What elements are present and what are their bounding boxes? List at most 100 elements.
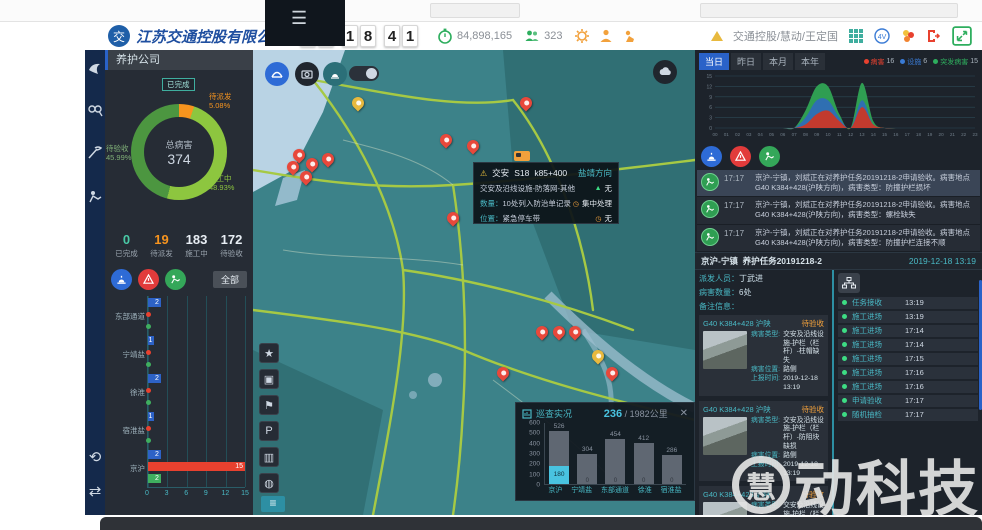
zero-dot (146, 400, 151, 405)
4v-badge-icon[interactable]: 4V (874, 28, 890, 44)
message-row[interactable]: 17:17京沪-宁镇，刘斌正在对养护任务20191218-2申请验收。病害地点G… (697, 225, 980, 252)
chart-layer-tool[interactable]: ▥ (259, 447, 279, 467)
favorite-star-tool[interactable]: ★ (259, 343, 279, 363)
svg-text:17: 17 (905, 132, 911, 137)
x-category-label: 徐淮 (638, 485, 652, 495)
event-filter-button[interactable] (138, 269, 159, 290)
image-layer-tool[interactable]: ▣ (259, 369, 279, 389)
stat-item: 172待验收 (214, 232, 249, 266)
bar-column[interactable]: 4540 (605, 439, 625, 484)
tab-昨日[interactable]: 昨日 (731, 53, 761, 70)
bar[interactable]: 15 (148, 462, 245, 471)
flag-marker-tool[interactable]: ⚑ (259, 395, 279, 415)
bar[interactable]: 1 (148, 336, 154, 345)
layer-toggle[interactable] (349, 66, 379, 81)
camera-layer-button[interactable] (295, 62, 319, 86)
swap-layers-icon[interactable]: ⇄ (86, 482, 104, 500)
task-header: 京沪-宁镇 养护任务20191218-2 2019-12-18 13:19 (695, 252, 982, 270)
x-category-label: 东部通道 (601, 485, 629, 495)
timeline-step[interactable]: 施工进场17:14 (838, 325, 978, 337)
timeline-step[interactable]: 施工进场13:19 (838, 311, 978, 323)
palette-icon[interactable] (900, 28, 916, 44)
card-location: G40 K384+428 沪陕 (703, 404, 771, 415)
stat-label: 待派发 (144, 248, 179, 259)
defect-photo[interactable] (703, 331, 747, 369)
workflow-tree-icon[interactable] (838, 273, 860, 293)
worker-icon[interactable] (622, 28, 638, 44)
bar[interactable]: 2 (148, 298, 161, 307)
region-layer-tool[interactable]: ◍ (259, 473, 279, 493)
card-field: 病害类型:交安及沿线设施-护栏（栏杆）-防阻块缺损 (751, 417, 824, 452)
timeline-step[interactable]: 施工进场17:16 (838, 381, 978, 393)
message-row[interactable]: 17:17京沪-宁镇，刘斌正在对养护任务20191218-2申请验收。病害地点G… (697, 170, 980, 197)
all-button[interactable]: 全部 (213, 271, 247, 288)
bar[interactable]: 2 (148, 474, 161, 483)
apps-grid-icon[interactable] (848, 28, 864, 44)
status-badge: 待验收 (802, 318, 825, 329)
logout-icon[interactable] (926, 28, 942, 44)
tab-本月[interactable]: 本月 (763, 53, 793, 70)
bar-column[interactable]: 3040 (577, 454, 597, 484)
stat-value: 0 (109, 232, 144, 247)
bar-column[interactable]: 526180 (549, 431, 569, 484)
svg-text:11: 11 (837, 132, 842, 137)
bar[interactable]: 2 (148, 374, 161, 383)
overview-bird-icon[interactable] (86, 60, 104, 78)
parking-tool[interactable]: P (259, 421, 279, 441)
inspection-binoculars-icon[interactable] (86, 102, 104, 120)
event-filter-button[interactable] (730, 146, 751, 167)
bottom-window-edge[interactable] (100, 517, 982, 530)
alarm-filter-button[interactable] (111, 269, 132, 290)
work-filter-button[interactable] (759, 146, 780, 167)
x-category-label: 宁靖盐 (571, 485, 592, 495)
patrol-truck-marker[interactable] (514, 151, 530, 161)
fullscreen-toggle-icon[interactable] (952, 26, 972, 46)
defect-card[interactable]: G40 K384+428 沪陕待验收病害类型:交安及沿线设施-护栏（栏杆）-柱帽… (699, 315, 828, 396)
work-filter-button[interactable] (165, 269, 186, 290)
maintenance-tools-icon[interactable] (86, 144, 104, 162)
right-panel: 当日昨日本月本年病害16设施6突发病害15 151296300001020304… (695, 50, 982, 515)
hamburger-tab[interactable]: ☰ (265, 0, 345, 46)
bar-column[interactable]: 2860 (662, 455, 682, 484)
timeline-step[interactable]: 施工进场17:14 (838, 339, 978, 351)
timeline-step[interactable]: 任务接收13:19 (838, 297, 978, 309)
alarm-layer-button[interactable] (323, 62, 347, 86)
bar[interactable]: 2 (148, 450, 161, 459)
close-icon[interactable]: ✕ (680, 408, 688, 419)
tab-当日[interactable]: 当日 (699, 53, 729, 70)
tab-本年[interactable]: 本年 (795, 53, 825, 70)
user-breadcrumb[interactable]: 交通控股/慧动/王定国 (733, 28, 838, 44)
timeline-step[interactable]: 施工进场17:15 (838, 353, 978, 365)
defect-photo[interactable] (703, 502, 747, 515)
timeline-step[interactable]: 申请验收17:17 (838, 395, 978, 407)
message-text: 京沪-宁镇，刘斌正在对养护任务20191218-2申请验收。病害地点G40 K3… (755, 173, 976, 193)
bar[interactable]: 1 (148, 412, 154, 421)
defect-photo[interactable] (703, 417, 747, 455)
person-icon[interactable] (598, 28, 614, 44)
timeline-step[interactable]: 施工进场17:16 (838, 367, 978, 379)
construction-worker-icon[interactable] (86, 188, 104, 206)
map-canvas[interactable]: ★▣⚑P▥◍ ≡ ⚠ 交安 S18 k85+400 盐靖方向 交安及沿线设施-防… (253, 50, 695, 515)
y-tick: 200 (529, 461, 540, 468)
area-series-green (715, 83, 975, 129)
timeline-step[interactable]: 随机抽检17:17 (838, 409, 978, 421)
zero-label: 0 (634, 478, 654, 484)
header-bar: 交 江苏交通控股有限公司 191841 84,898,165 323 交通控股/… (0, 22, 982, 50)
card-location: G40 K384+428 沪陕 (703, 489, 771, 500)
card-fields: 病害类型:交安及沿线设施-护栏（栏杆）-柱帽缺失病害位置:路侧上报时间:2019… (751, 331, 824, 393)
stat-item: 183施工中 (179, 232, 214, 266)
bar-column[interactable]: 4120 (634, 443, 654, 484)
message-row[interactable]: 17:17京沪-宁镇，刘斌正在对养护任务20191218-2申请验收。病害地点G… (697, 197, 980, 224)
mileage-counter: 84,898,165 (437, 28, 512, 44)
alarm-filter-button[interactable] (701, 146, 722, 167)
info-label: 备注信息： (699, 302, 739, 311)
undo-icon[interactable]: ⟲ (86, 448, 104, 466)
defect-card[interactable]: G40 K384+428 沪陕待验收病害类型:交安及沿线设施-护栏（栏杆）-螺栓… (699, 486, 828, 515)
weather-cloud-button[interactable] (653, 60, 677, 84)
defect-card[interactable]: G40 K384+428 沪陕待验收病害类型:交安及沿线设施-护栏（栏杆）-防阻… (699, 401, 828, 482)
map-menu-button[interactable]: ≡ (261, 496, 285, 512)
bridge-layer-button[interactable] (265, 62, 289, 86)
gear-icon[interactable] (574, 28, 590, 44)
field-label: 病害类型: (751, 502, 780, 515)
axis-tick: 12 (221, 490, 229, 497)
